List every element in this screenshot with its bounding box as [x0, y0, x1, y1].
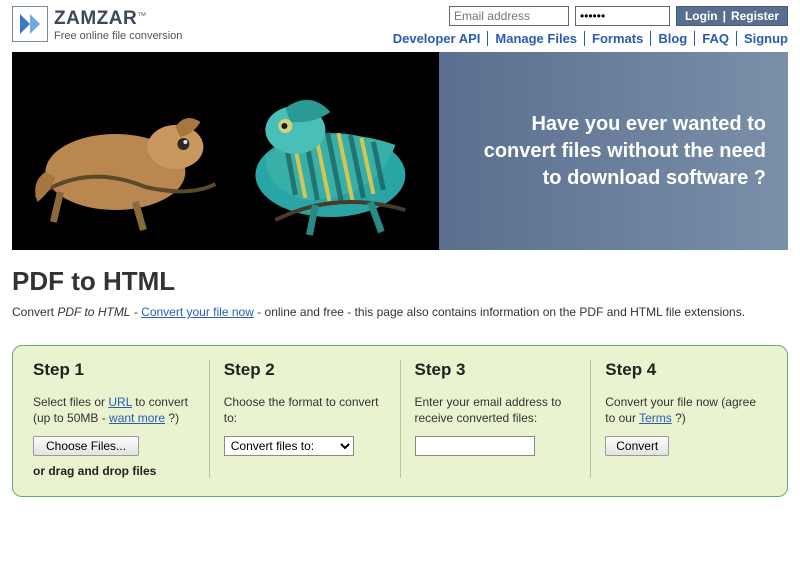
- step-4-text: Convert your file now (agree to our Term…: [605, 394, 767, 426]
- step-2-text: Choose the format to convert to:: [224, 394, 386, 426]
- nav-signup[interactable]: Signup: [737, 31, 788, 46]
- step-2: Step 2 Choose the format to convert to: …: [210, 360, 401, 478]
- step-1: Step 1 Select files or URL to convert (u…: [29, 360, 210, 478]
- step-1-title: Step 1: [33, 360, 195, 380]
- step-3-text: Enter your email address to receive conv…: [415, 394, 577, 426]
- step-4-title: Step 4: [605, 360, 767, 380]
- login-label: Login: [685, 9, 718, 23]
- login-row: Login | Register: [386, 6, 788, 26]
- brand-block: ZAMZAR™ Free online file conversion: [54, 8, 182, 42]
- convert-now-link[interactable]: Convert your file now: [141, 305, 254, 319]
- step-3-title: Step 3: [415, 360, 577, 380]
- banner-text-panel: Have you ever wanted to convert files wi…: [439, 52, 788, 250]
- terms-link[interactable]: Terms: [639, 411, 672, 425]
- nav-developer-api[interactable]: Developer API: [386, 31, 489, 46]
- password-input[interactable]: [575, 6, 670, 26]
- logo-area: ZAMZAR™ Free online file conversion: [12, 6, 182, 42]
- nav-manage-files[interactable]: Manage Files: [488, 31, 585, 46]
- email-input[interactable]: [449, 6, 569, 26]
- logo-icon: [12, 6, 48, 42]
- brand-tm: ™: [137, 11, 146, 21]
- page-title: PDF to HTML: [0, 250, 800, 305]
- want-more-link[interactable]: want more: [109, 411, 165, 425]
- nav-formats[interactable]: Formats: [585, 31, 651, 46]
- register-label: Register: [731, 9, 779, 23]
- step-3: Step 3 Enter your email address to recei…: [401, 360, 592, 478]
- header: ZAMZAR™ Free online file conversion Logi…: [0, 0, 800, 46]
- brand-name: ZAMZAR: [54, 8, 137, 29]
- format-select[interactable]: Convert files to:: [224, 436, 354, 456]
- brand-tagline: Free online file conversion: [54, 30, 182, 42]
- nav-blog[interactable]: Blog: [651, 31, 695, 46]
- step-4: Step 4 Convert your file now (agree to o…: [591, 360, 771, 478]
- choose-files-button[interactable]: Choose Files...: [33, 436, 139, 456]
- step-1-text: Select files or URL to convert (up to 50…: [33, 394, 195, 426]
- url-link[interactable]: URL: [108, 395, 132, 409]
- hero-banner: Have you ever wanted to convert files wi…: [12, 52, 788, 250]
- header-right: Login | Register Developer API Manage Fi…: [386, 6, 788, 46]
- step-2-title: Step 2: [224, 360, 386, 380]
- receive-email-input[interactable]: [415, 436, 535, 456]
- drag-drop-text: or drag and drop files: [33, 464, 195, 478]
- login-register-button[interactable]: Login | Register: [676, 6, 788, 26]
- banner-image: [12, 52, 439, 250]
- banner-headline: Have you ever wanted to convert files wi…: [461, 111, 766, 192]
- steps-panel: Step 1 Select files or URL to convert (u…: [12, 345, 788, 497]
- nav-faq[interactable]: FAQ: [695, 31, 737, 46]
- page-subtitle: Convert PDF to HTML - Convert your file …: [0, 305, 800, 337]
- convert-button[interactable]: Convert: [605, 436, 669, 456]
- nav-links: Developer API Manage Files Formats Blog …: [386, 31, 788, 46]
